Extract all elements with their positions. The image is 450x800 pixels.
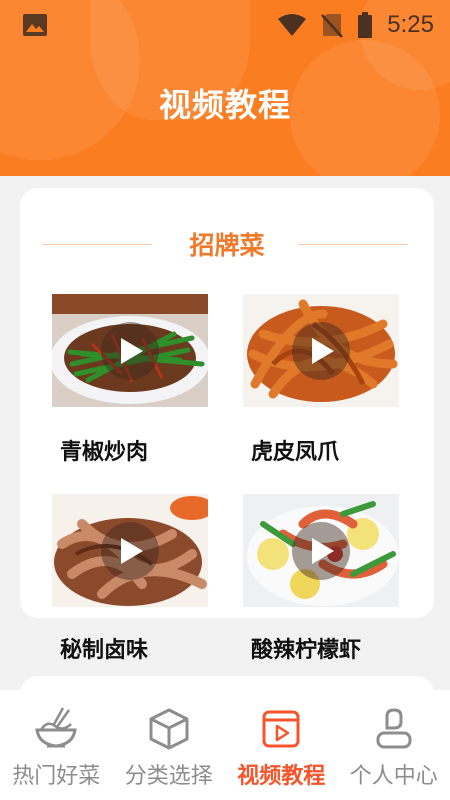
tab-video-tutorial[interactable]: 视频教程 [225,690,338,800]
dish-card[interactable] [52,494,208,607]
image-icon [23,14,47,36]
dish-name[interactable]: 青椒炒肉 [60,434,148,466]
dish-thumbnail[interactable] [243,494,399,607]
dish-thumbnail[interactable] [52,294,208,407]
dish-name[interactable]: 秘制卤味 [60,632,148,664]
dish-card[interactable] [243,494,399,607]
status-bar: 5:25 [0,0,450,50]
header-banner: 5:25 视频教程 [0,0,450,176]
page-title: 视频教程 [158,86,291,124]
battery-icon [358,12,373,38]
tab-label: 热门好菜 [12,764,101,789]
play-icon[interactable] [292,521,350,580]
wifi-icon [278,14,307,36]
dish-thumbnail[interactable] [52,494,208,607]
cube-icon [149,708,189,750]
status-time: 5:25 [387,11,434,38]
section-header: 招牌菜 [20,226,434,262]
video-play-icon [262,710,300,748]
signature-dishes-card: 招牌菜 青椒炒肉 虎皮凤爪 [20,188,434,618]
tab-label: 分类选择 [124,764,213,789]
dish-name[interactable]: 酸辣柠檬虾 [251,632,361,664]
bottom-tab-bar: 热门好菜 分类选择 视频教程 个人中心 [0,690,450,800]
dish-name[interactable]: 虎皮凤爪 [251,434,339,466]
tab-profile[interactable]: 个人中心 [338,690,450,800]
play-icon[interactable] [292,321,350,380]
dish-card[interactable]: 虎皮凤爪 [243,294,399,465]
person-icon [376,708,412,749]
dish-thumbnail[interactable] [243,294,399,407]
noodle-bowl-icon [35,707,77,748]
tab-label: 视频教程 [237,764,326,789]
play-icon[interactable] [101,521,159,580]
dish-card[interactable]: 青椒炒肉 [52,294,208,465]
tab-hot-dishes[interactable]: 热门好菜 [0,690,113,800]
tab-label: 个人中心 [349,764,438,789]
divider-right [298,244,408,245]
no-signal-icon [321,14,344,38]
tab-categories[interactable]: 分类选择 [113,690,226,800]
play-icon[interactable] [101,321,159,380]
